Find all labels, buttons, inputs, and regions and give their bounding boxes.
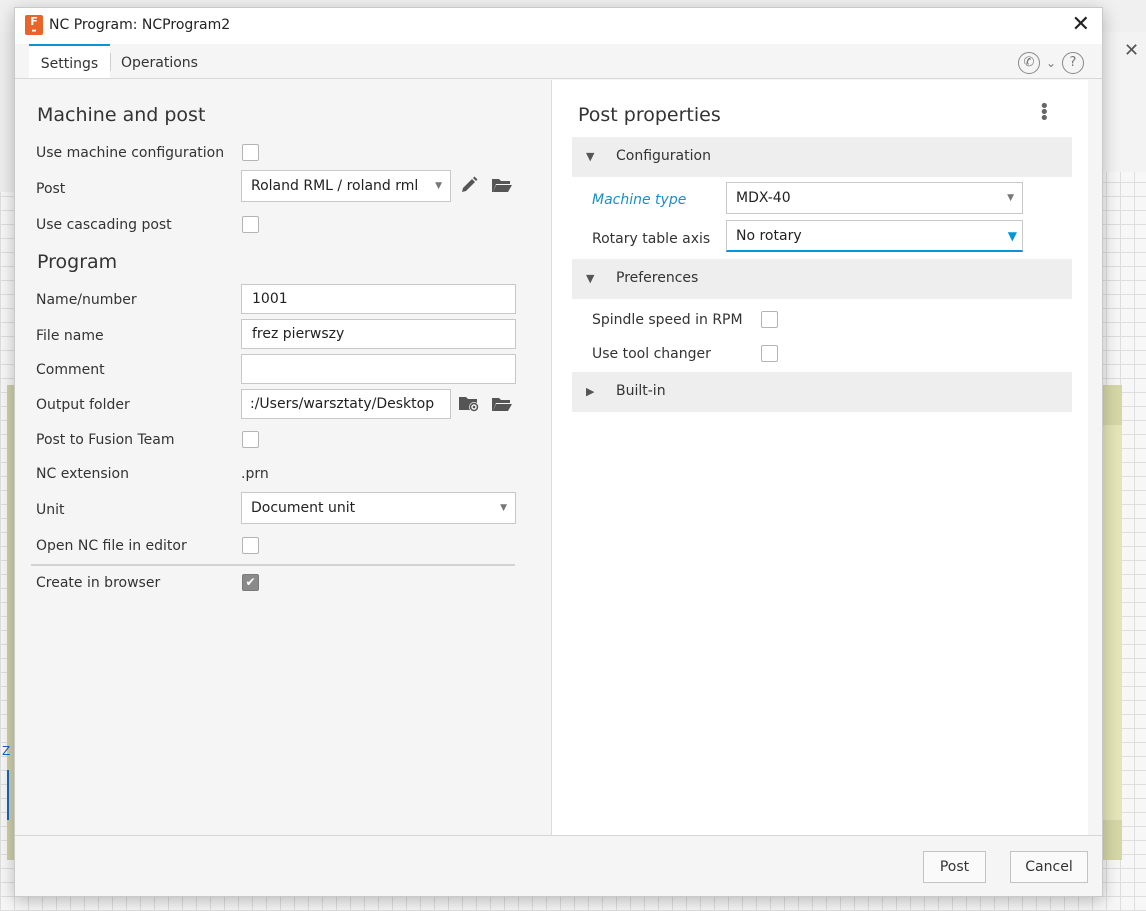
use-cascading-post-label: Use cascading post — [36, 217, 172, 233]
post-to-fusion-team-checkbox[interactable] — [242, 431, 259, 448]
output-folder-label: Output folder — [36, 397, 130, 413]
configuration-group-header[interactable]: ▼ Configuration — [572, 137, 1072, 177]
use-tool-changer-checkbox[interactable] — [761, 345, 778, 362]
dialog-titlebar: F ▬ NC Program: NCProgram2 ✕ — [15, 8, 1102, 44]
caret-down-icon: ▼ — [1007, 229, 1017, 243]
machine-type-select-value: MDX-40 — [736, 190, 791, 206]
axis-z-label: Z — [2, 744, 11, 758]
spindle-speed-in-rpm-label: Spindle speed in RPM — [592, 312, 743, 328]
post-select-value: Roland RML / roland rml — [251, 178, 419, 194]
close-icon[interactable]: ✕ — [1072, 12, 1090, 37]
collapse-triangle-icon: ▼ — [586, 150, 595, 163]
collapse-triangle-icon: ▼ — [586, 272, 595, 285]
fusion-app-icon: F ▬ — [25, 15, 43, 35]
help-area: ✆ ⌄ ? — [1017, 52, 1084, 74]
post-button[interactable]: Post — [923, 851, 986, 883]
built-in-group-header[interactable]: ▶ Built-in — [572, 372, 1072, 412]
machine-type-select[interactable]: MDX-40 ▼ — [726, 182, 1023, 214]
use-machine-configuration-label: Use machine configuration — [36, 145, 225, 161]
open-nc-file-in-editor-checkbox[interactable] — [242, 537, 259, 554]
rotary-table-axis-select[interactable]: No rotary ▼ — [726, 220, 1023, 252]
tab-operations[interactable]: Operations — [121, 44, 198, 78]
section-divider — [31, 564, 515, 566]
caret-down-icon: ▼ — [500, 503, 507, 513]
name-number-label: Name/number — [36, 292, 137, 308]
spindle-speed-in-rpm-checkbox[interactable] — [761, 311, 778, 328]
file-name-input[interactable]: frez pierwszy — [241, 319, 516, 349]
nc-extension-label: NC extension — [36, 466, 129, 482]
machine-and-post-title: Machine and post — [37, 104, 206, 126]
background-close-icon[interactable]: ✕ — [1124, 40, 1139, 61]
caret-down-icon: ▼ — [1007, 193, 1014, 203]
dialog-title: NC Program: NCProgram2 — [49, 17, 231, 33]
use-machine-configuration-checkbox[interactable] — [242, 144, 259, 161]
expand-triangle-icon: ▶ — [586, 385, 595, 398]
background-left-toolbar — [0, 32, 14, 192]
checkmark-icon: ✔ — [245, 575, 256, 589]
preview-folder-icon[interactable] — [458, 394, 482, 418]
unit-label: Unit — [36, 502, 65, 518]
nc-program-dialog: F ▬ NC Program: NCProgram2 ✕ Settings Ope… — [14, 7, 1103, 897]
configuration-group-label: Configuration — [616, 148, 711, 164]
axis-z-line — [7, 770, 9, 820]
create-in-browser-checkbox[interactable]: ✔ — [242, 574, 259, 591]
caret-down-icon: ▼ — [435, 181, 442, 191]
name-number-input[interactable]: 1001 — [241, 284, 516, 314]
background-model-face — [1100, 425, 1122, 820]
preferences-group-label: Preferences — [616, 270, 699, 286]
open-nc-file-in-editor-label: Open NC file in editor — [36, 538, 187, 554]
more-options-icon[interactable]: • • • — [1039, 98, 1050, 128]
nc-extension-value: .prn — [241, 466, 269, 482]
comment-label: Comment — [36, 362, 105, 378]
help-icon[interactable]: ? — [1062, 52, 1084, 74]
rotary-table-axis-select-value: No rotary — [736, 228, 802, 244]
use-cascading-post-checkbox[interactable] — [242, 216, 259, 233]
use-tool-changer-label: Use tool changer — [592, 346, 711, 362]
comment-input[interactable] — [241, 354, 516, 384]
output-folder-input[interactable]: :/Users/warsztaty/Desktop — [241, 389, 451, 419]
phone-support-icon[interactable]: ✆ — [1017, 52, 1040, 74]
create-in-browser-label: Create in browser — [36, 575, 161, 591]
cancel-button[interactable]: Cancel — [1010, 851, 1088, 883]
post-properties-panel: Post properties • • • ▼ Configuration Mach… — [552, 80, 1088, 836]
edit-post-pencil-icon[interactable] — [459, 175, 479, 199]
background-toolbar — [1100, 32, 1146, 172]
footer-divider — [15, 835, 1102, 836]
rotary-table-axis-label: Rotary table axis — [592, 231, 711, 247]
file-name-label: File name — [36, 328, 104, 344]
post-select[interactable]: Roland RML / roland rml ▼ — [241, 170, 451, 202]
tab-bar: Settings Operations ✆ ⌄ ? — [15, 44, 1102, 79]
post-to-fusion-team-label: Post to Fusion Team — [36, 432, 175, 448]
settings-panel: Machine and post Use machine configurati… — [15, 80, 552, 836]
built-in-group-label: Built-in — [616, 383, 666, 399]
program-title: Program — [37, 251, 118, 273]
tab-separator — [110, 53, 111, 71]
post-properties-title: Post properties — [578, 104, 721, 126]
open-output-folder-icon[interactable] — [491, 395, 513, 417]
open-post-folder-icon[interactable] — [491, 176, 513, 198]
chevron-down-icon[interactable]: ⌄ — [1046, 56, 1056, 70]
unit-select-value: Document unit — [251, 500, 356, 516]
post-label: Post — [36, 181, 66, 197]
preferences-group-header[interactable]: ▼ Preferences — [572, 259, 1072, 299]
machine-type-label: Machine type — [592, 192, 687, 208]
unit-select[interactable]: Document unit ▼ — [241, 492, 516, 524]
tab-settings[interactable]: Settings — [29, 44, 110, 78]
